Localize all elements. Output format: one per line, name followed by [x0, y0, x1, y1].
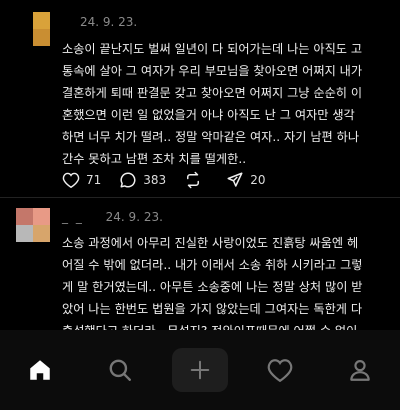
post-date: 24. 9. 23.	[105, 210, 163, 224]
avatar[interactable]	[16, 12, 50, 46]
post-actions: 71 383 20	[62, 170, 283, 190]
avatar[interactable]	[16, 208, 50, 242]
heart-icon	[62, 172, 80, 188]
repost-button[interactable]	[184, 171, 208, 189]
share-count: 20	[250, 173, 266, 187]
nav-search[interactable]	[92, 348, 148, 392]
like-button[interactable]: 71	[62, 172, 101, 188]
post-meta: 24. 9. 23.	[62, 15, 137, 29]
search-icon	[109, 359, 131, 381]
nav-profile[interactable]	[332, 348, 388, 392]
post-divider	[0, 197, 400, 198]
repost-icon	[187, 171, 200, 189]
like-count: 71	[86, 173, 102, 187]
nav-activity[interactable]	[252, 348, 308, 392]
post-meta: _ _ 24. 9. 23.	[62, 210, 163, 224]
share-button[interactable]: 20	[226, 171, 265, 189]
thread-post[interactable]: 24. 9. 23. 소송이 끝난지도 벌써 일년이 다 되어가는데 나는 아직…	[0, 0, 400, 196]
post-username: _ _	[62, 210, 84, 224]
post-text: 소송이 끝난지도 벌써 일년이 다 되어가는데 나는 아직도 고 통속에 살아 …	[62, 42, 363, 166]
comment-button[interactable]: 383	[119, 171, 166, 189]
comment-count: 383	[143, 173, 167, 187]
nav-home[interactable]	[12, 348, 68, 392]
post-date: 24. 9. 23.	[80, 15, 138, 29]
post-text: 소송 과정에서 아무리 진실한 사랑이었도 진흙탕 싸움엔 헤 어질 수 밖에 …	[62, 236, 363, 338]
heart-outline-icon	[267, 359, 293, 382]
nav-compose[interactable]	[172, 348, 228, 392]
home-icon	[30, 360, 50, 380]
profile-icon	[350, 360, 370, 381]
bottom-nav	[0, 330, 400, 410]
comment-bubble-icon	[120, 172, 136, 188]
plus-icon	[190, 360, 210, 380]
thread-post[interactable]: _ _ 24. 9. 23. 소송 과정에서 아무리 진실한 사랑이었도 진흙탕…	[0, 200, 400, 340]
send-icon	[227, 172, 243, 187]
